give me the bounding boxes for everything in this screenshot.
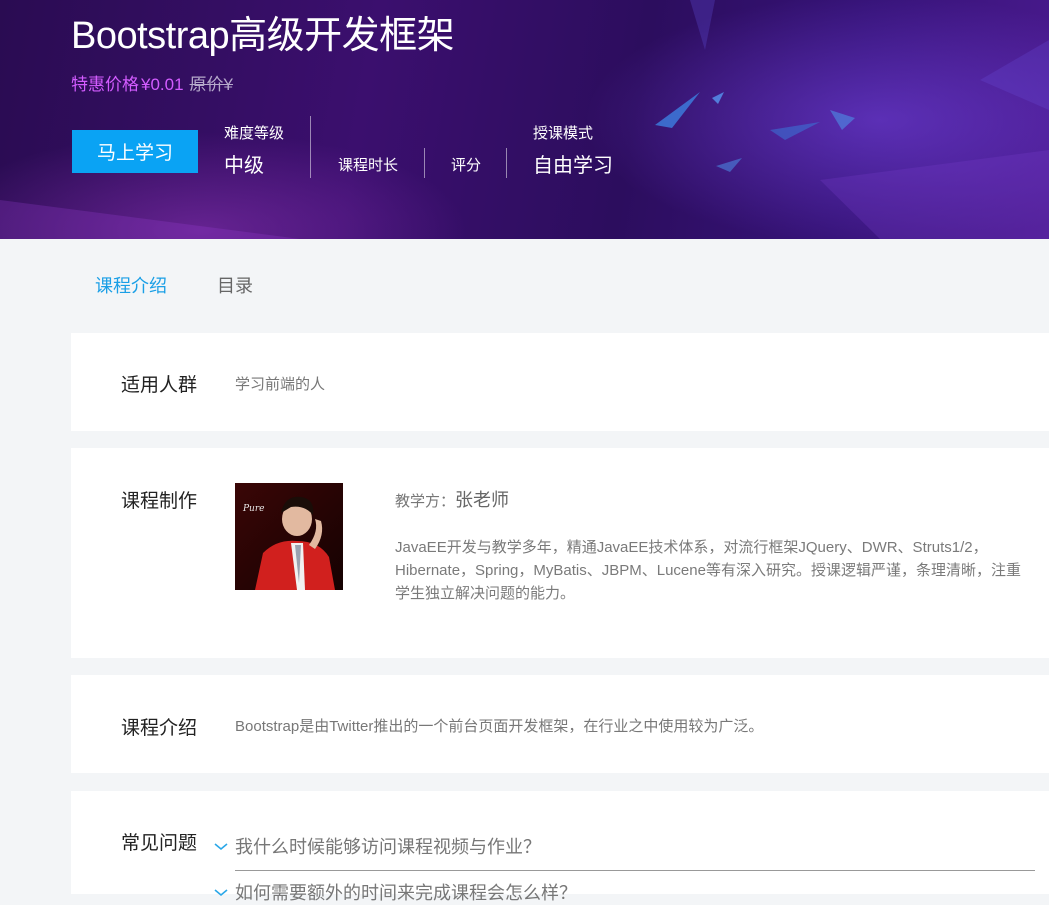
teacher-name-line: 教学方：张老师 [395, 486, 509, 512]
faq-item[interactable]: 如何需要额外的时间来完成课程会怎么样？ [211, 879, 577, 905]
faq-question: 我什么时候能够访问课程视频与作业？ [235, 837, 541, 857]
original-price: 原价¥ [189, 75, 234, 94]
audience-text: 学习前端的人 [235, 376, 326, 393]
teacher-bio: JavaEE开发与教学多年，精通JavaEE技术体系，对流行框架JQuery、D… [395, 539, 1021, 602]
production-section: 课程制作 Pure 教学方：张老师 JavaEE开发与教学多年，精通JavaEE… [71, 448, 1049, 658]
teacher-name: 张老师 [455, 490, 510, 510]
start-learning-button[interactable]: 马上学习 [72, 130, 198, 173]
photo-caption: Pure [242, 504, 264, 514]
faq-section: 常见问题 我什么时候能够访问课程视频与作业？ 如何需要额外的时间来完成课程会怎么… [71, 791, 1049, 903]
chevron-down-icon [214, 843, 228, 851]
price-label: 特惠价格 [71, 75, 139, 94]
stat-divider [424, 148, 425, 178]
production-title: 课程制作 [121, 491, 198, 512]
teacher-label: 教学方： [395, 493, 456, 510]
difficulty-value: 中级 [224, 155, 264, 177]
chevron-down-icon [214, 889, 228, 897]
stat-divider [506, 148, 507, 178]
faq-item[interactable]: 我什么时候能够访问课程视频与作业？ [211, 833, 541, 859]
stat-divider [310, 116, 311, 178]
tab-course-intro[interactable]: 课程介绍 [95, 272, 167, 298]
difficulty-label: 难度等级 [224, 125, 285, 142]
faq-title: 常见问题 [121, 833, 198, 854]
price-value: ¥0.01 [141, 75, 184, 94]
intro-title: 课程介绍 [121, 718, 198, 739]
rating-label: 评分 [451, 157, 482, 174]
tab-catalog[interactable]: 目录 [217, 272, 253, 298]
mode-label: 授课模式 [533, 125, 594, 142]
intro-text: Bootstrap是由Twitter推出的一个前台页面开发框架，在行业之中使用较… [235, 718, 764, 735]
teacher-photo: Pure [235, 483, 343, 590]
audience-section: 适用人群 学习前端的人 [71, 333, 1049, 431]
faq-divider [235, 870, 1035, 871]
faq-question: 如何需要额外的时间来完成课程会怎么样？ [235, 883, 577, 903]
duration-label: 课程时长 [338, 157, 399, 174]
price-line: 特惠价格 ¥0.01 原价¥ [71, 70, 233, 95]
intro-section: 课程介绍 Bootstrap是由Twitter推出的一个前台页面开发框架，在行业… [71, 675, 1049, 773]
audience-title: 适用人群 [121, 375, 198, 396]
mode-value: 自由学习 [533, 155, 613, 177]
course-title: Bootstrap高级开发框架 [71, 15, 455, 57]
course-banner: Bootstrap高级开发框架 特惠价格 ¥0.01 原价¥ 马上学习 难度等级 中… [0, 0, 1049, 239]
